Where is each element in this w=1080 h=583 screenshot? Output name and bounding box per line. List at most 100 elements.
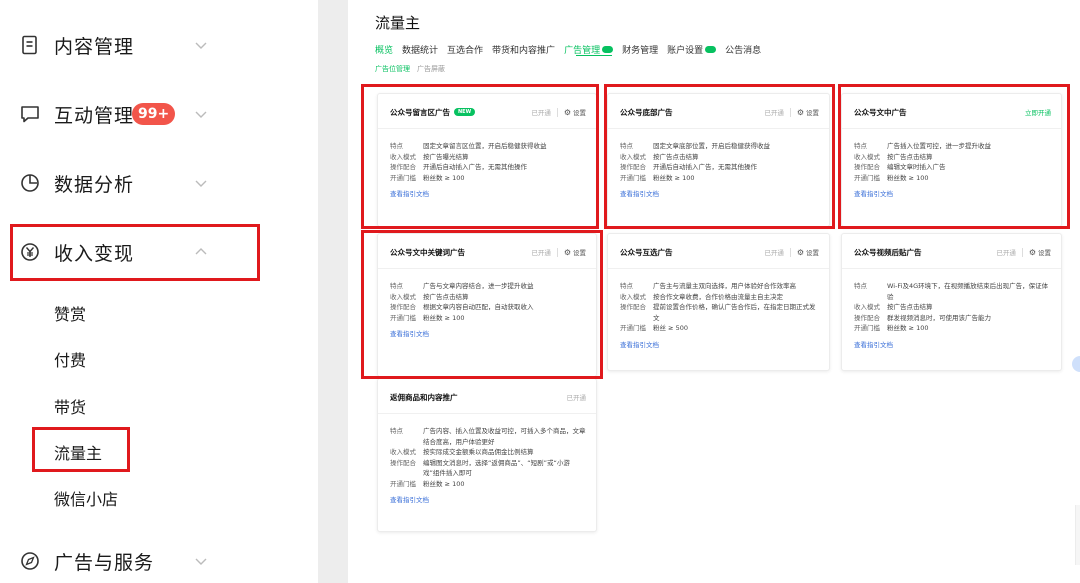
info-row: 收入模式 按广告点击结算 [854, 302, 1051, 313]
tab-finance[interactable]: 财务管理 [622, 43, 658, 56]
info-key: 开通门槛 [854, 324, 880, 332]
status-dot [705, 46, 717, 53]
comment-icon [20, 104, 40, 124]
guide-doc-link[interactable]: 查看指引文档 [854, 340, 1051, 351]
info-row: 操作配合 编辑图文消息时，选择“返佣商品”、“短剧”或“小游戏”组件插入即可 [390, 458, 586, 479]
info-row: 操作配合 群发视频消息时，可使用该广告能力 [854, 313, 1051, 324]
info-value: 按广告点击结算 [887, 303, 933, 311]
status-text: 已开通 [566, 394, 587, 402]
info-key: 收入模式 [854, 303, 880, 311]
compass-icon [20, 551, 40, 571]
sidebar-item-ads-services[interactable]: 广告与服务 [0, 533, 318, 583]
settings-label: 设置 [1038, 249, 1051, 257]
highlight-box [604, 84, 835, 229]
info-value: 按合作文章收费，合作价格由流量主自主决定 [653, 292, 783, 301]
chevron-down-icon [195, 42, 207, 49]
info-key: 收入模式 [390, 448, 416, 456]
tab-commerce-promotion[interactable]: 带货和内容推广 [492, 43, 555, 56]
page-title: 流量主 [375, 14, 421, 32]
info-value: 群发视频消息时，可使用该广告能力 [887, 313, 991, 322]
unread-count-badge: 99+ [132, 103, 176, 125]
info-key: 开通门槛 [620, 324, 646, 332]
sidebar-subitem-appreciation[interactable]: 赞赏 [54, 301, 86, 325]
sidebar-item-content-management[interactable]: 内容管理 [0, 17, 318, 73]
tab-bar: 概览 数据统计 互选合作 带货和内容推广 广告管理 财务管理 账户设置 公告消息 [375, 43, 770, 56]
document-icon [20, 35, 40, 55]
guide-doc-link[interactable]: 查看指引文档 [390, 495, 586, 506]
info-key: 操作配合 [620, 303, 646, 311]
tab-overview[interactable]: 概览 [375, 43, 393, 56]
sidebar-item-data-analysis[interactable]: 数据分析 [0, 155, 318, 211]
sidebar: 内容管理 互动管理 99+ 数据分析 收入变现 赞赏 付费 带货 流量主 微信小… [0, 0, 318, 583]
info-key: 特点 [854, 282, 867, 290]
card-header: 公众号互选广告 已开通 ⚙ 设置 [620, 245, 819, 259]
info-key: 操作配合 [854, 313, 880, 322]
tab-mutual-selection[interactable]: 互选合作 [447, 43, 483, 56]
info-row: 收入模式 按合作文章收费，合作价格由流量主自主决定 [620, 292, 819, 303]
sidebar-item-label: 数据分析 [54, 173, 135, 196]
divider [1021, 247, 1023, 257]
status-text: 已开通 [996, 249, 1016, 257]
info-key: 收入模式 [620, 292, 646, 301]
highlight-box [838, 84, 1070, 229]
highlight-box [361, 230, 603, 379]
card-body: 特点 广告主与流量主双向选择，用户体验好合作效率高 收入模式 按合作文章收费，合… [620, 281, 819, 350]
chevron-down-icon [195, 558, 207, 565]
info-key: 特点 [620, 282, 633, 290]
info-key: 特点 [390, 427, 403, 435]
tab-account-settings[interactable]: 账户设置 [667, 43, 717, 56]
sidebar-item-label: 广告与服务 [54, 551, 155, 574]
sidebar-subitem-commerce[interactable]: 带货 [54, 394, 86, 418]
highlight-box [10, 224, 260, 281]
chevron-down-icon [195, 180, 207, 187]
chevron-down-icon [195, 111, 207, 118]
info-value: 提前设置合作价格，确认广告合作后，在指定日期正式发文 [653, 303, 816, 322]
info-value: 广告主与流量主双向选择，用户体验好合作效率高 [653, 282, 796, 290]
tab-statistics[interactable]: 数据统计 [402, 43, 438, 56]
info-row: 开通门槛 粉丝 ≥ 500 [620, 323, 819, 334]
info-key: 开通门槛 [390, 479, 416, 488]
ad-slot-card: 返佣商品和内容推广 已开通 特点 广告内容、插入位置及收益可控，可插入多个商品，文… [377, 378, 597, 532]
divider [608, 268, 829, 269]
sidebar-subitem-paid[interactable]: 付费 [54, 347, 86, 371]
status-text: 已开通 [764, 249, 784, 257]
divider [842, 268, 1061, 269]
gear-icon: ⚙ [796, 247, 804, 257]
card-body: 特点 广告内容、插入位置及收益可控，可插入多个商品，文章结合度高，用户体验更好 … [390, 426, 586, 506]
subtab-ad-blocking[interactable]: 广告屏蔽 [417, 64, 445, 74]
subtab-ad-slot-management[interactable]: 广告位管理 [375, 64, 410, 74]
tab-label: 账户设置 [667, 46, 704, 56]
guide-doc-link[interactable]: 查看指引文档 [620, 340, 819, 351]
sidebar-subitem-wechat-store[interactable]: 微信小店 [54, 486, 118, 510]
info-value: 粉丝数 ≥ 100 [887, 324, 929, 332]
highlight-box [32, 427, 130, 472]
card-body: 特点 Wi-Fi及4G环境下，在视频播放结束后出现广告，保证体验 收入模式 按广… [854, 281, 1051, 350]
info-row: 收入模式 按实际成交金额乘以商品佣金比例结算 [390, 447, 586, 458]
info-key: 操作配合 [390, 458, 416, 467]
sidebar-item-label: 互动管理 [54, 104, 135, 127]
card-title: 返佣商品和内容推广 [390, 392, 458, 402]
side-widget [1075, 505, 1080, 565]
info-row: 特点 广告内容、插入位置及收益可控，可插入多个商品，文章结合度高，用户体验更好 [390, 426, 586, 447]
settings-button[interactable]: ⚙ 设置 [796, 247, 819, 258]
status-dot [602, 46, 614, 53]
divider [789, 247, 791, 257]
info-value: 按实际成交金额乘以商品佣金比例结算 [423, 448, 534, 456]
active-tab-underline [576, 55, 612, 56]
sidebar-item-label: 内容管理 [54, 35, 135, 58]
info-value: 编辑图文消息时，选择“返佣商品”、“短剧”或“小游戏”组件插入即可 [423, 458, 570, 478]
info-row: 特点 广告主与流量主双向选择，用户体验好合作效率高 [620, 281, 819, 292]
ad-slot-card: 公众号互选广告 已开通 ⚙ 设置 特点 广告主与流量主双向选择，用户体验好合作效… [607, 233, 830, 371]
ad-slot-card: 公众号视频后贴广告 已开通 ⚙ 设置 特点 Wi-Fi及4G环境下，在视频播放结… [841, 233, 1062, 371]
info-row: 开通门槛 粉丝数 ≥ 100 [854, 323, 1051, 334]
pie-chart-icon [20, 173, 40, 193]
tab-announcements[interactable]: 公告消息 [725, 43, 761, 56]
card-title: 公众号视频后贴广告 [854, 247, 922, 257]
settings-button[interactable]: ⚙ 设置 [1029, 247, 1051, 258]
info-value: 广告内容、插入位置及收益可控，可插入多个商品，文章结合度高，用户体验更好 [423, 427, 586, 446]
sidebar-item-interaction-management[interactable]: 互动管理 99+ [0, 86, 318, 142]
settings-label: 设置 [806, 249, 819, 257]
info-row: 开通门槛 粉丝数 ≥ 100 [390, 479, 586, 490]
highlight-box [361, 84, 599, 229]
info-value: 粉丝 ≥ 500 [653, 324, 688, 332]
